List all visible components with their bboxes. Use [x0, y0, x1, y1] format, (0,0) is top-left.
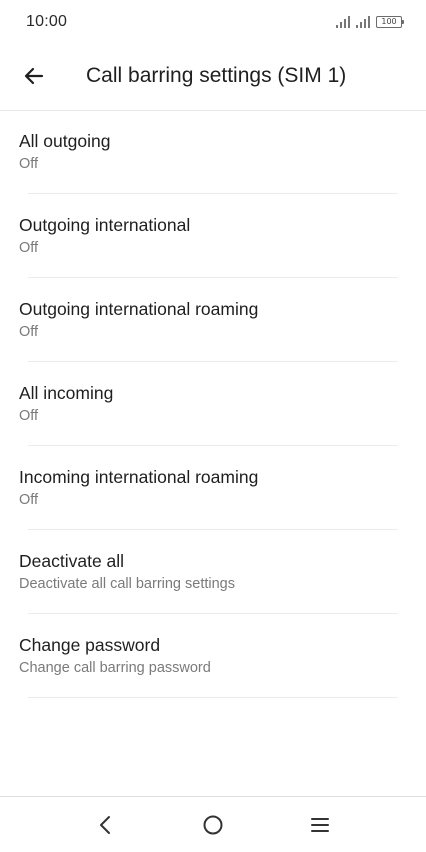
status-time: 10:00 [26, 13, 68, 30]
status-bar: 10:00 100 [0, 0, 426, 44]
setting-incoming-international-roaming[interactable]: Incoming international roaming Off [0, 446, 426, 530]
setting-summary: Off [19, 492, 39, 508]
setting-summary: Off [19, 240, 39, 256]
setting-outgoing-international[interactable]: Outgoing international Off [0, 194, 426, 278]
arrow-left-icon [24, 67, 44, 85]
item-divider [28, 697, 398, 698]
setting-deactivate-all[interactable]: Deactivate all Deactivate all call barri… [0, 530, 426, 614]
setting-title: All outgoing [19, 131, 111, 151]
setting-summary: Off [19, 324, 39, 340]
nav-back-button[interactable] [92, 811, 120, 839]
settings-list: All outgoing Off Outgoing international … [0, 110, 426, 698]
setting-summary: Deactivate all call barring settings [19, 576, 235, 592]
back-button[interactable] [14, 56, 54, 96]
screen: 10:00 100 Call barring settings (SIM 1) … [0, 0, 426, 852]
setting-summary: Change call barring password [19, 660, 211, 676]
navigation-bar [0, 796, 426, 852]
setting-outgoing-international-roaming[interactable]: Outgoing international roaming Off [0, 278, 426, 362]
home-circle-icon [203, 815, 223, 835]
nav-menu-button[interactable] [306, 811, 334, 839]
setting-summary: Off [19, 156, 39, 172]
back-chevron-icon [100, 816, 110, 834]
status-icons: 100 [336, 14, 404, 30]
nav-home-button[interactable] [199, 811, 227, 839]
setting-change-password[interactable]: Change password Change call barring pass… [0, 614, 426, 698]
setting-title: Deactivate all [19, 551, 125, 571]
setting-summary: Off [19, 408, 39, 424]
setting-all-incoming[interactable]: All incoming Off [0, 362, 426, 446]
setting-title: Incoming international roaming [19, 467, 259, 487]
battery-icon: 100 [376, 16, 404, 28]
setting-title: Outgoing international roaming [19, 299, 259, 319]
menu-lines-icon [311, 818, 329, 832]
signal-sim2-icon [356, 16, 370, 28]
setting-title: Change password [19, 635, 161, 655]
setting-title: Outgoing international [19, 215, 191, 235]
page-title: Call barring settings (SIM 1) [86, 64, 347, 87]
signal-sim1-icon [336, 16, 350, 28]
battery-level: 100 [381, 17, 397, 26]
setting-all-outgoing[interactable]: All outgoing Off [0, 110, 426, 194]
setting-title: All incoming [19, 383, 114, 403]
app-bar: Call barring settings (SIM 1) [0, 44, 426, 110]
